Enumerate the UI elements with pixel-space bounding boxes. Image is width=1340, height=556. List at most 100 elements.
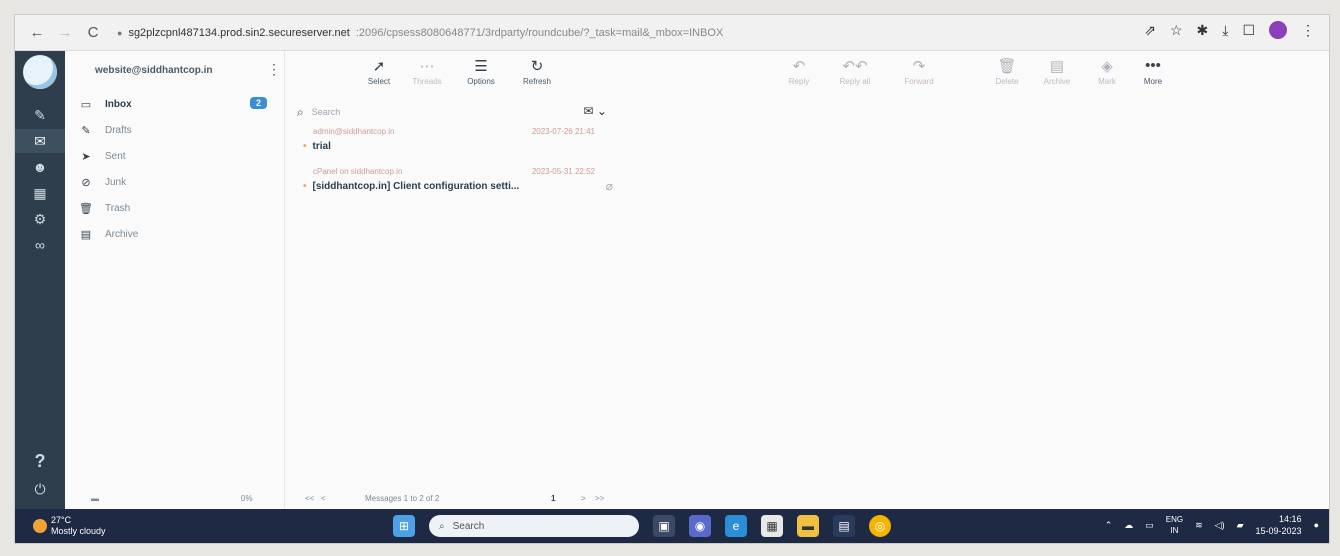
folder-trash[interactable]: 🗑 Trash bbox=[77, 197, 277, 219]
volume-icon[interactable]: ◁) bbox=[1215, 520, 1225, 531]
tag-icon: ◈ bbox=[1101, 58, 1113, 75]
folder-label: Drafts bbox=[105, 124, 132, 136]
share-icon[interactable]: ⇗ bbox=[1144, 22, 1156, 39]
reply-label: Reply bbox=[788, 77, 810, 86]
folder-label: Inbox bbox=[105, 98, 132, 110]
refresh-button[interactable]: ↻ Refresh bbox=[507, 57, 567, 86]
tablet-icon[interactable]: ▭ bbox=[1145, 520, 1154, 531]
cursor-icon: ➚ bbox=[372, 58, 386, 75]
chevron-up-icon[interactable]: ⌃ bbox=[1105, 520, 1113, 531]
mail-icon[interactable]: ✉ bbox=[15, 129, 65, 153]
battery-icon[interactable]: ▰ bbox=[1237, 520, 1244, 531]
task-view-icon[interactable]: ▣ bbox=[653, 515, 675, 537]
store-icon[interactable]: ▦ bbox=[761, 515, 783, 537]
url-host: sg2plzcpnl487134.prod.sin2.secureserver.… bbox=[128, 26, 350, 39]
weather-widget[interactable]: 27°C Mostly cloudy bbox=[33, 515, 106, 537]
account-menu-icon[interactable]: ⋮ bbox=[267, 61, 281, 78]
list-item[interactable]: admin@siddhantcop.in 2023-07-26 21:41 • t… bbox=[297, 125, 613, 165]
lang-bottom: IN bbox=[1170, 526, 1179, 535]
chrome-icon[interactable]: ◎ bbox=[869, 515, 891, 537]
calendar-app-icon[interactable]: ▤ bbox=[833, 515, 855, 537]
address-bar[interactable]: ● sg2plzcpnl487134.prod.sin2.secureserve… bbox=[117, 27, 723, 39]
menu-icon[interactable]: ⋮ bbox=[1301, 22, 1315, 39]
reply-icon: ↶ bbox=[792, 58, 806, 75]
folder-label: Archive bbox=[105, 228, 139, 240]
link-icon[interactable]: ∞ bbox=[15, 233, 65, 257]
forward-icon: ↷ bbox=[912, 58, 926, 75]
cloud-icon[interactable]: ☁ bbox=[1124, 520, 1133, 531]
compose-icon[interactable]: ✎ bbox=[15, 103, 65, 127]
forward-label: Forward bbox=[904, 77, 934, 86]
folder-sent[interactable]: ➤ Sent bbox=[77, 145, 277, 167]
profile-avatar[interactable] bbox=[1269, 21, 1287, 39]
temperature: 27°C bbox=[51, 515, 72, 525]
threads-label: Threads bbox=[412, 77, 442, 86]
star-icon[interactable]: ☆ bbox=[1170, 22, 1183, 39]
message-subject: • [siddhantcop.in] Client configuration s… bbox=[303, 181, 519, 192]
logout-icon[interactable]: ⏻ bbox=[15, 477, 65, 501]
calendar-icon[interactable]: ▦ bbox=[15, 181, 65, 205]
list-footer: ▬ 0% << < Messages 1 to 2 of 2 1 > >> bbox=[65, 487, 1329, 509]
pencil-icon: ✎ bbox=[81, 124, 91, 137]
list-item[interactable]: cPanel on siddhantcop.in 2023-05-31 22:5… bbox=[297, 165, 613, 205]
folder-archive[interactable]: ▤ Archive bbox=[77, 223, 277, 245]
prev-page-button[interactable]: < bbox=[321, 494, 326, 503]
folder-label: Junk bbox=[105, 176, 127, 188]
first-page-button[interactable]: << bbox=[305, 494, 314, 503]
roundcube-logo[interactable] bbox=[23, 55, 57, 89]
help-icon[interactable]: ? bbox=[15, 449, 65, 473]
taskbar: 27°C Mostly cloudy ⊞ ⌕ Search ▣ ◉ e ▦ ▬ … bbox=[15, 509, 1329, 543]
lang-top: ENG bbox=[1165, 515, 1184, 524]
more-button[interactable]: ••• More bbox=[1123, 57, 1183, 86]
folder-drafts[interactable]: ✎ Drafts bbox=[77, 119, 277, 141]
folder-inbox[interactable]: ▭ Inbox 2 bbox=[77, 93, 277, 115]
notification-icon[interactable]: ● bbox=[1314, 520, 1319, 530]
file-explorer-icon[interactable]: ▬ bbox=[797, 515, 819, 537]
page-number[interactable]: 1 bbox=[551, 494, 555, 503]
language-indicator[interactable]: ENG IN bbox=[1166, 514, 1183, 536]
message-from: cPanel on siddhantcop.in bbox=[313, 167, 403, 176]
refresh-label: Refresh bbox=[522, 77, 551, 86]
edge-icon[interactable]: e bbox=[725, 515, 747, 537]
back-arrow-icon[interactable]: ← bbox=[25, 21, 49, 45]
wifi-icon[interactable]: ≋ bbox=[1195, 520, 1203, 531]
message-subject: • trial bbox=[303, 141, 331, 152]
ban-icon: ⊘ bbox=[81, 176, 91, 189]
search-input[interactable]: Search bbox=[312, 107, 341, 117]
screen: ← → C ● sg2plzcpnl487134.prod.sin2.secur… bbox=[14, 14, 1330, 544]
start-button[interactable]: ⊞ bbox=[393, 515, 415, 537]
download-icon[interactable]: ⤓ bbox=[1222, 22, 1228, 39]
archive-icon: ▤ bbox=[80, 228, 92, 241]
folder-label: Sent bbox=[105, 150, 126, 162]
message-subject-text: trial bbox=[312, 141, 331, 152]
search-icon: ⌕ bbox=[297, 104, 304, 119]
folder-pane: website@siddhantcop.in ⋮ ▭ Inbox 2 ✎ Dra… bbox=[65, 51, 285, 509]
browser-toolbar: ← → C ● sg2plzcpnl487134.prod.sin2.secur… bbox=[15, 15, 1329, 51]
message-subject-text: [siddhantcop.in] Client configuration se… bbox=[312, 181, 520, 192]
reply-button[interactable]: ↶ Reply bbox=[769, 57, 829, 86]
options-button[interactable]: ☰ Options bbox=[451, 57, 511, 86]
taskbar-search[interactable]: ⌕ Search bbox=[429, 515, 639, 537]
extensions-icon[interactable]: ✱ bbox=[1197, 22, 1209, 39]
settings-gear-icon[interactable]: ⚙ bbox=[15, 207, 65, 231]
last-page-button[interactable]: >> bbox=[595, 494, 604, 503]
delete-label: Delete bbox=[995, 77, 1019, 86]
contacts-icon[interactable]: ☻ bbox=[15, 155, 65, 179]
search-bar[interactable]: ⌕ Search ✉ ⌄ bbox=[297, 101, 613, 123]
weather-icon bbox=[33, 519, 47, 533]
window-icon[interactable]: ☐ bbox=[1242, 22, 1255, 39]
clock[interactable]: 14:16 15-09-2023 bbox=[1256, 513, 1302, 537]
taskbar-search-placeholder: Search bbox=[452, 520, 485, 532]
folder-junk[interactable]: ⊘ Junk bbox=[77, 171, 277, 193]
reply-all-button[interactable]: ↶↶ Reply all bbox=[825, 57, 885, 86]
forward-button[interactable]: ↷ Forward bbox=[889, 57, 949, 86]
chat-icon[interactable]: ◉ bbox=[689, 515, 711, 537]
threads-button[interactable]: ⋯ Threads bbox=[397, 57, 457, 86]
clock-time: 14:16 bbox=[1279, 514, 1302, 524]
folder-label: Trash bbox=[105, 202, 131, 214]
reload-icon[interactable]: C bbox=[81, 21, 105, 45]
forward-arrow-icon[interactable]: → bbox=[53, 21, 77, 45]
threads-icon: ⋯ bbox=[419, 58, 435, 75]
envelope-dropdown-icon[interactable]: ✉ ⌄ bbox=[584, 104, 607, 118]
next-page-button[interactable]: > bbox=[581, 494, 586, 503]
